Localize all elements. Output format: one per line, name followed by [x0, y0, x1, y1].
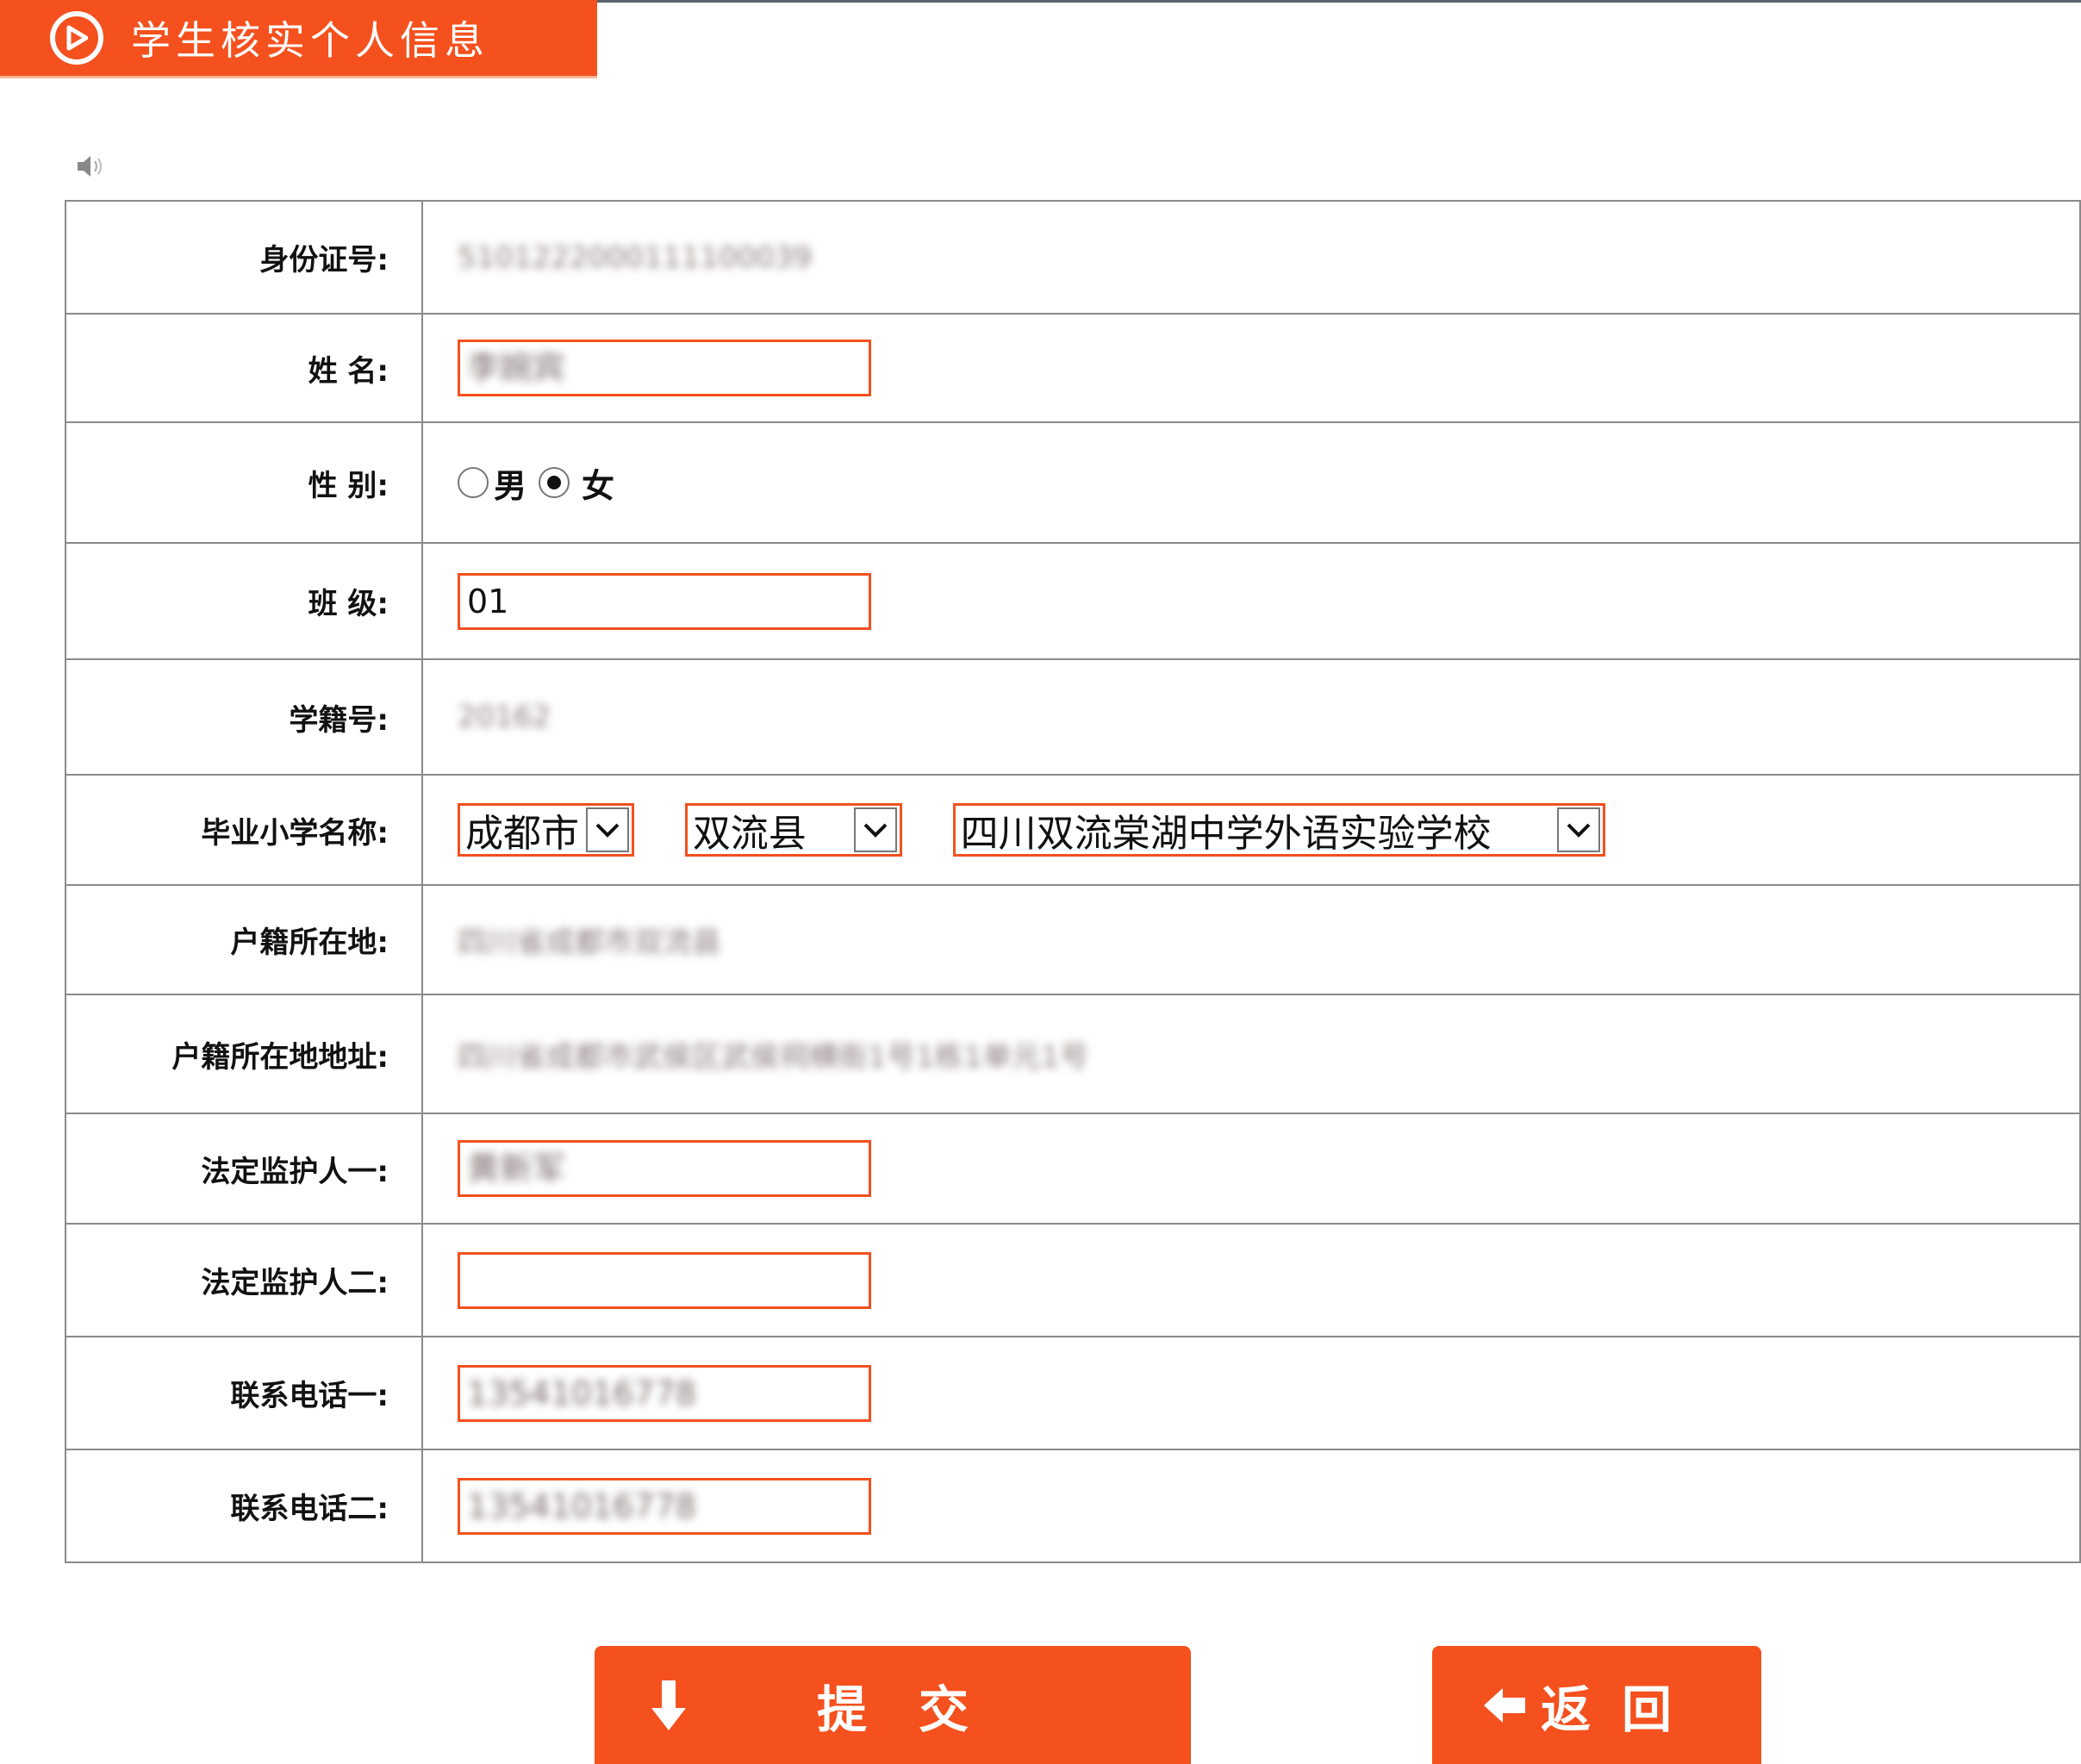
class-field[interactable]: 01 [458, 572, 871, 630]
form-row-household-location: 户籍所在地: 四川省成都市双流县 [65, 884, 2081, 995]
top-divider-line [597, 0, 2081, 3]
arrow-down-icon [648, 1677, 689, 1734]
gender-radio-female[interactable] [539, 467, 570, 498]
guardian2-label: 法定监护人二: [65, 1223, 423, 1337]
form-row-class: 班 级: 01 [65, 542, 2081, 660]
gender-radio-group: 男 女 [458, 459, 2079, 507]
back-button[interactable]: 返回 [1432, 1646, 1761, 1764]
name-field[interactable]: 李婉宾 [458, 340, 871, 396]
chevron-down-icon[interactable] [586, 807, 629, 852]
phone1-field-value: 13541016778 [467, 1374, 696, 1412]
gender-option-male-label: 男 [494, 466, 527, 505]
form-row-id-card: 身份证号: 5101222000111100039 [65, 200, 2081, 315]
student-info-form: 身份证号: 5101222000111100039 姓 名: 李婉宾 性 别: … [65, 200, 2081, 1563]
county-select-value: 双流县 [692, 812, 807, 856]
chevron-down-icon[interactable] [853, 807, 897, 852]
page-title: 学生核实个人信息 [131, 17, 489, 64]
form-row-primary-school: 毕业小学名称: 成都市 双流县 四川双流棠湖中学外语实验学校 [65, 774, 2081, 886]
form-row-student-no: 学籍号: 20162 [65, 658, 2081, 776]
arrow-left-icon [1480, 1686, 1529, 1725]
form-row-phone1: 联系电话一: 13541016778 [65, 1336, 2081, 1450]
form-row-gender: 性 别: 男 女 [65, 421, 2081, 544]
phone2-label: 联系电话二: [65, 1449, 423, 1563]
form-row-guardian1: 法定监护人一: 黄新军 [65, 1113, 2081, 1225]
household-address-value: 四川省成都市武侯区武侯祠横街1号1栋1单元1号 [458, 1039, 1089, 1075]
city-select-value: 成都市 [465, 812, 579, 856]
gender-option-female-label: 女 [582, 466, 615, 505]
id-card-label: 身份证号: [65, 200, 423, 315]
household-location-label: 户籍所在地: [65, 884, 423, 995]
student-no-value: 20162 [458, 700, 551, 734]
form-row-household-address: 户籍所在地地址: 四川省成都市武侯区武侯祠横街1号1栋1单元1号 [65, 994, 2081, 1114]
form-row-name: 姓 名: 李婉宾 [65, 313, 2081, 423]
guardian1-field-value: 黄新军 [467, 1150, 566, 1187]
county-select[interactable]: 双流县 [684, 803, 902, 857]
guardian1-label: 法定监护人一: [65, 1113, 423, 1225]
id-card-value: 5101222000111100039 [458, 240, 813, 275]
name-label: 姓 名: [65, 313, 423, 423]
household-address-label: 户籍所在地地址: [65, 994, 423, 1114]
submit-button[interactable]: 提交 [595, 1646, 1191, 1764]
name-field-value: 李婉宾 [467, 349, 566, 387]
play-circle-icon [50, 11, 103, 65]
class-field-value: 01 [467, 582, 509, 620]
form-row-guardian2: 法定监护人二: [65, 1223, 2081, 1337]
city-select[interactable]: 成都市 [458, 803, 634, 857]
back-button-label: 返回 [1541, 1680, 1704, 1739]
class-label: 班 级: [65, 542, 423, 660]
school-select[interactable]: 四川双流棠湖中学外语实验学校 [952, 803, 1605, 857]
phone2-field-value: 13541016778 [467, 1487, 696, 1525]
household-location-value: 四川省成都市双流县 [458, 926, 721, 960]
guardian1-field[interactable]: 黄新军 [458, 1140, 871, 1197]
student-no-label: 学籍号: [65, 658, 423, 776]
gender-label: 性 别: [65, 421, 423, 544]
chevron-down-icon[interactable] [1556, 807, 1600, 852]
phone1-field[interactable]: 13541016778 [458, 1364, 871, 1422]
phone1-label: 联系电话一: [65, 1336, 423, 1450]
form-row-phone2: 联系电话二: 13541016778 [65, 1449, 2081, 1563]
guardian2-field[interactable] [458, 1251, 871, 1309]
school-select-value: 四川双流棠湖中学外语实验学校 [960, 812, 1492, 856]
radio-selected-dot [547, 476, 562, 489]
submit-button-label: 提交 [817, 1680, 1021, 1739]
speaker-icon[interactable] [76, 152, 105, 181]
primary-school-label: 毕业小学名称: [65, 774, 423, 886]
phone2-field[interactable]: 13541016778 [458, 1477, 871, 1535]
page-header-tab: 学生核实个人信息 [0, 0, 597, 76]
gender-radio-male[interactable] [458, 467, 489, 498]
